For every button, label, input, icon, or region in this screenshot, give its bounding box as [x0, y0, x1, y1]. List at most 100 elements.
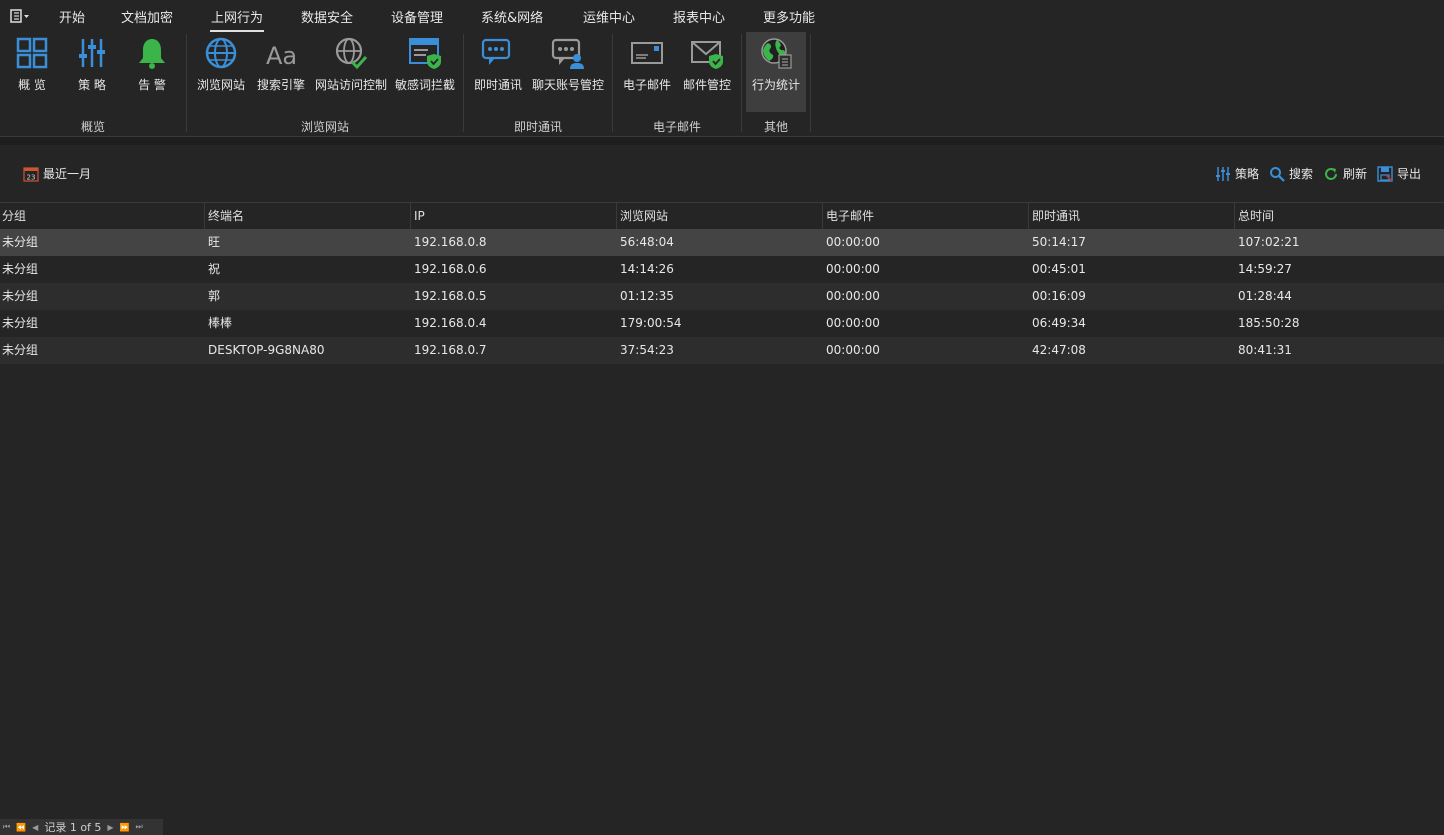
menu-bar: 开始 文档加密 上网行为 数据安全 设备管理 系统&网络 运维中心 报表中心 更…: [0, 0, 1444, 32]
ribbon-chat-account-control-button[interactable]: 聊天账号管控: [531, 32, 605, 112]
table-row[interactable]: 未分组 棒棒 192.168.0.4 179:00:54 00:00:00 06…: [0, 310, 1444, 337]
toolbar-export-button[interactable]: 导出: [1377, 165, 1421, 182]
first-page-icon[interactable]: ⏮: [3, 822, 10, 832]
cell-ip: 192.168.0.4: [414, 316, 487, 330]
cell-terminal-name: 棒棒: [208, 316, 233, 330]
cell-email: 00:00:00: [826, 343, 880, 357]
ribbon-instant-messaging-label: 即时通讯: [473, 78, 522, 92]
ribbon-strategy-label: 策 略: [78, 78, 106, 92]
last-page-icon[interactable]: ⏭: [136, 822, 143, 832]
column-header-group[interactable]: 分组: [0, 203, 204, 229]
menu-tab-system-network[interactable]: 系统&网络: [481, 7, 543, 26]
menu-tab-web-behavior[interactable]: 上网行为: [209, 7, 265, 32]
ribbon-email-button[interactable]: 电子邮件: [620, 32, 674, 112]
toolbar-search-button[interactable]: 搜索: [1269, 165, 1313, 182]
cell-total-time: 14:59:27: [1238, 262, 1292, 276]
ribbon-group-separator: [810, 34, 811, 132]
table-row[interactable]: 未分组 DESKTOP-9G8NA80 192.168.0.7 37:54:23…: [0, 337, 1444, 364]
cell-browse-web: 56:48:04: [620, 235, 674, 249]
ribbon-instant-messaging-button[interactable]: 即时通讯: [471, 32, 525, 112]
cell-group: 未分组: [2, 289, 39, 303]
menu-tab-start[interactable]: 开始: [59, 7, 85, 26]
menu-tab-data-security[interactable]: 数据安全: [301, 7, 353, 26]
cell-terminal-name: 祝: [208, 262, 221, 276]
next-record-icon[interactable]: ▶: [107, 823, 113, 832]
column-header-instant-messaging[interactable]: 即时通讯: [1028, 203, 1234, 229]
svg-text:Aa: Aa: [266, 42, 297, 70]
cell-browse-web: 37:54:23: [620, 343, 674, 357]
ribbon-email-label: 电子邮件: [622, 78, 671, 92]
ribbon-overview-button[interactable]: 概 览: [10, 32, 54, 112]
sliders-icon: [1216, 166, 1230, 181]
prev-record-icon[interactable]: ◀: [32, 823, 38, 832]
ribbon-sensitive-word-block-label: 敏感词拦截: [394, 78, 455, 92]
cell-total-time: 01:28:44: [1238, 289, 1292, 303]
chat-user-icon: [551, 38, 584, 69]
ribbon-strategy-button[interactable]: 策 略: [70, 32, 114, 112]
cell-group: 未分组: [2, 316, 39, 330]
table-row[interactable]: 未分组 祝 192.168.0.6 14:14:26 00:00:00 00:4…: [0, 256, 1444, 283]
ribbon: 概 览 策 略 告 警 浏览网站 Aa 搜索引擎 网站访问控制 敏感词拦截 即时…: [0, 32, 1444, 137]
cell-ip: 192.168.0.7: [414, 343, 487, 357]
column-header-terminal-name[interactable]: 终端名: [204, 203, 410, 229]
globe-check-icon: [335, 37, 368, 70]
menu-tab-device-management[interactable]: 设备管理: [391, 7, 443, 26]
date-range-label: 最近一月: [43, 167, 92, 181]
cell-ip: 192.168.0.5: [414, 289, 487, 303]
ribbon-behavior-stats-button[interactable]: 行为统计: [746, 32, 806, 112]
ribbon-browse-web-label: 浏览网站: [196, 78, 245, 92]
toolbar-strategy-label: 策略: [1235, 167, 1260, 181]
cell-total-time: 80:41:31: [1238, 343, 1292, 357]
ribbon-sensitive-word-block-button[interactable]: 敏感词拦截: [394, 32, 456, 112]
cell-email: 00:00:00: [826, 235, 880, 249]
table-row[interactable]: 未分组 郭 192.168.0.5 01:12:35 00:00:00 00:1…: [0, 283, 1444, 310]
cell-total-time: 107:02:21: [1238, 235, 1300, 249]
column-header-ip[interactable]: IP: [410, 203, 616, 229]
ribbon-group-browse-web: 浏览网站: [300, 120, 350, 134]
record-navigator: ⏮ ⏪ ◀ 记录 1 of 5 ▶ ⏩ ⏭: [0, 819, 163, 835]
app-menu-icon[interactable]: [9, 8, 31, 24]
ribbon-alarm-button[interactable]: 告 警: [130, 32, 174, 112]
column-header-browse-web[interactable]: 浏览网站: [616, 203, 822, 229]
toolbar-refresh-button[interactable]: 刷新: [1323, 165, 1367, 182]
ribbon-divider-strip: [0, 137, 1444, 145]
calendar-icon: 23: [23, 166, 39, 182]
ribbon-email-control-button[interactable]: 邮件管控: [680, 32, 734, 112]
ribbon-browse-web-button[interactable]: 浏览网站: [194, 32, 248, 112]
toolbar-strategy-button[interactable]: 策略: [1215, 165, 1259, 182]
cell-instant-messaging: 00:45:01: [1032, 262, 1086, 276]
column-header-email[interactable]: 电子邮件: [822, 203, 1028, 229]
table-row[interactable]: 未分组 旺 192.168.0.8 56:48:04 00:00:00 50:1…: [0, 229, 1444, 256]
date-range-selector[interactable]: 23 最近一月: [23, 165, 91, 182]
strategy-sliders-icon: [79, 39, 105, 67]
chat-bubble-icon: [481, 38, 511, 65]
cell-ip: 192.168.0.6: [414, 262, 487, 276]
ribbon-group-overview: 概览: [80, 120, 106, 134]
menu-tab-more[interactable]: 更多功能: [763, 7, 815, 26]
ribbon-search-engine-button[interactable]: Aa 搜索引擎: [254, 32, 308, 112]
cell-browse-web: 01:12:35: [620, 289, 674, 303]
menu-tab-ops-center[interactable]: 运维中心: [583, 7, 635, 26]
prev-page-group-icon[interactable]: ⏪: [16, 823, 26, 832]
cell-total-time: 185:50:28: [1238, 316, 1300, 330]
ribbon-site-access-control-button[interactable]: 网站访问控制: [314, 32, 388, 112]
cell-email: 00:00:00: [826, 316, 880, 330]
column-header-total-time[interactable]: 总时间: [1234, 203, 1444, 229]
toolbar-search-label: 搜索: [1289, 167, 1314, 181]
cell-instant-messaging: 42:47:08: [1032, 343, 1086, 357]
next-page-group-icon[interactable]: ⏩: [120, 823, 130, 832]
svg-text:23: 23: [27, 173, 36, 181]
ribbon-chat-account-control-label: 聊天账号管控: [531, 78, 604, 92]
ribbon-group-instant-messaging: 即时通讯: [513, 120, 563, 134]
ribbon-group-separator: [186, 34, 187, 132]
cell-group: 未分组: [2, 235, 39, 249]
menu-tab-doc-encrypt[interactable]: 文档加密: [121, 7, 173, 26]
envelope-icon: [631, 42, 663, 64]
ribbon-group-separator: [612, 34, 613, 132]
cell-instant-messaging: 06:49:34: [1032, 316, 1086, 330]
ribbon-group-separator: [741, 34, 742, 132]
cell-group: 未分组: [2, 262, 39, 276]
menu-tab-report-center[interactable]: 报表中心: [673, 7, 725, 26]
globe-icon: [205, 37, 237, 69]
alarm-bell-icon: [139, 39, 165, 69]
